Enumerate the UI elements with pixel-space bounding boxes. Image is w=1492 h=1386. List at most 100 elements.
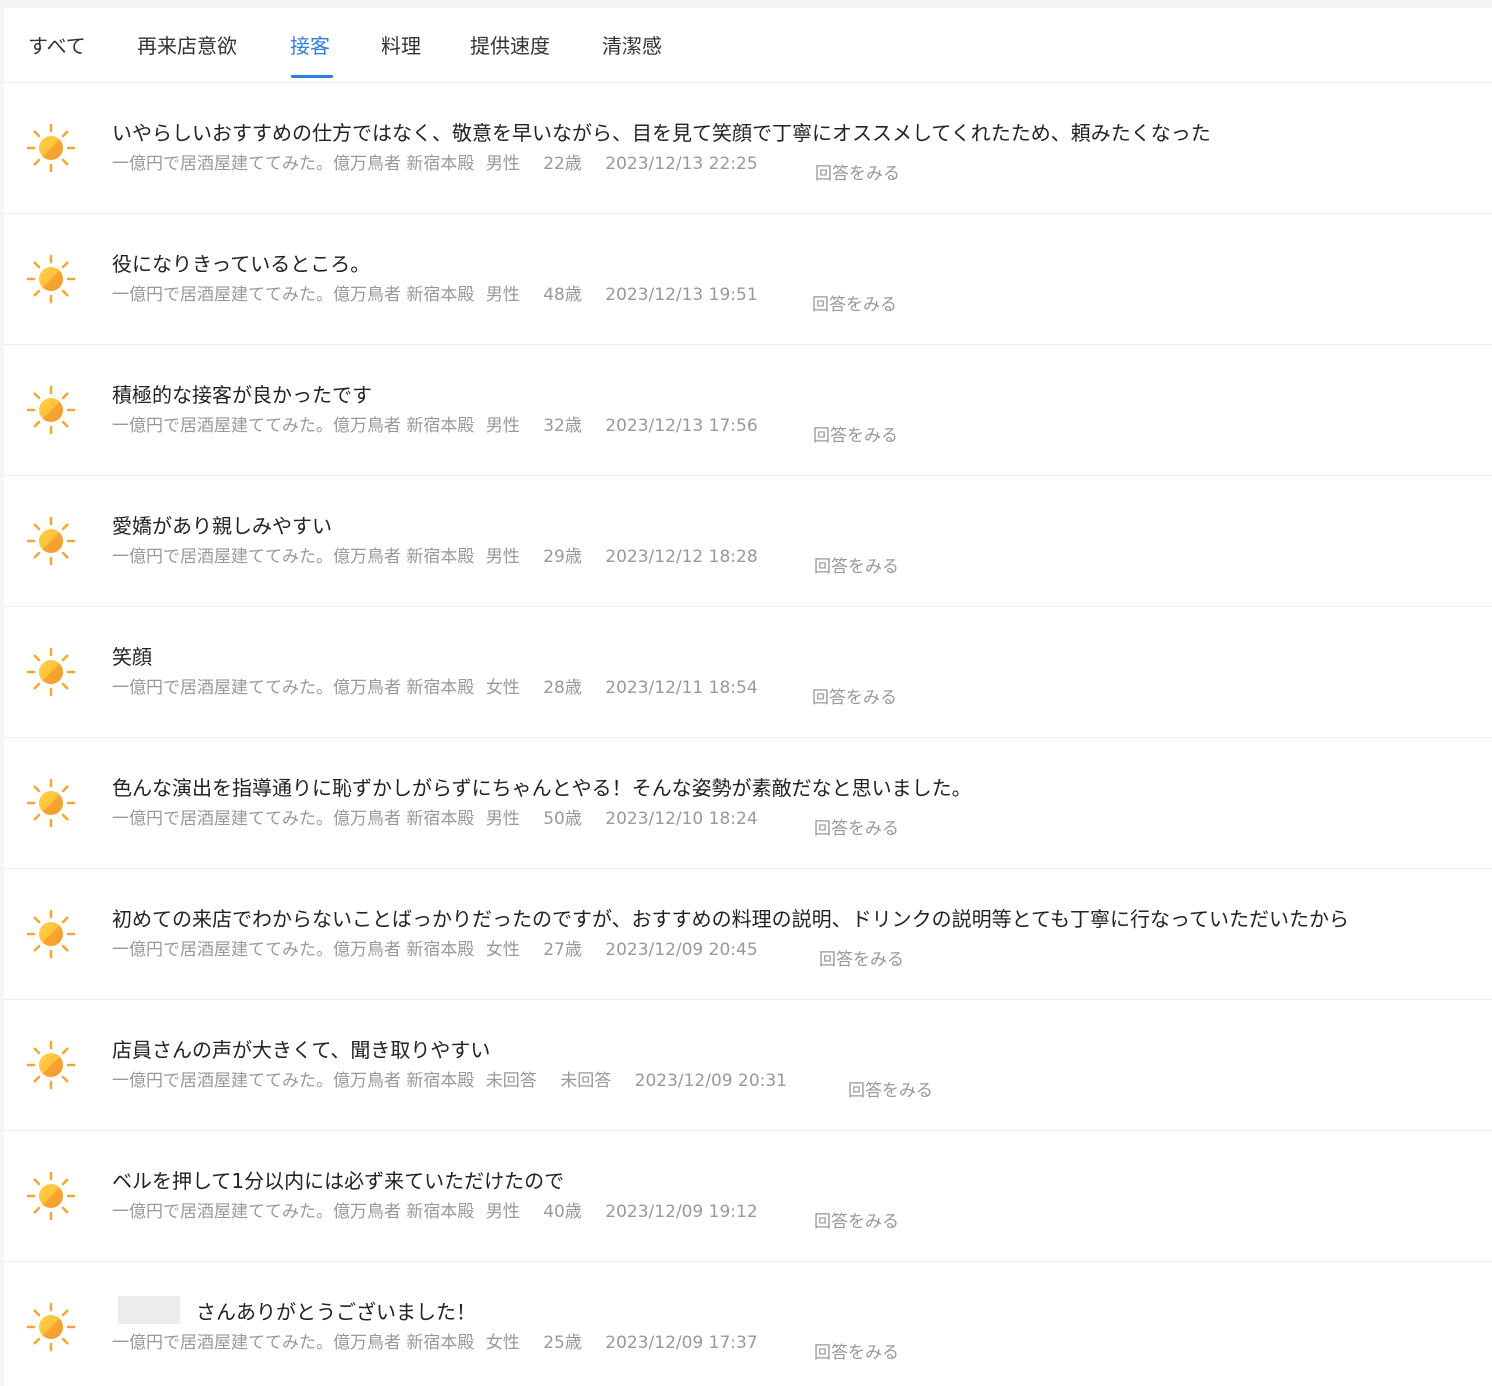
reviewer-age: 40歳 [543,1202,582,1222]
shop-name: 一億円で居酒屋建ててみた。億万鳥者 新宿本殿 [112,1071,475,1091]
reviewer-age: 29歳 [543,547,582,567]
review-datetime: 2023/12/13 19:51 [605,285,758,305]
view-answer-link[interactable]: 回答をみる [814,1207,899,1232]
reviewer-age: 22歳 [543,154,582,174]
review-comment: 積極的な接客が良かったです [112,383,372,407]
list-item: さんありがとうございました！ 一億円で居酒屋建ててみた。億万鳥者 新宿本殿 女性… [4,1262,1492,1386]
review-meta: 一億円で居酒屋建ててみた。億万鳥者 新宿本殿 男性 48歳 2023/12/13… [112,280,776,305]
tab-food[interactable]: 料理 [381,30,421,59]
review-datetime: 2023/12/13 22:25 [605,154,758,174]
review-datetime: 2023/12/10 18:24 [605,809,758,829]
tab-cleanliness[interactable]: 清潔感 [602,30,662,59]
review-datetime: 2023/12/09 19:12 [605,1202,758,1222]
review-meta: 一億円で居酒屋建ててみた。億万鳥者 新宿本殿 男性 22歳 2023/12/13… [112,149,776,174]
sun-icon [26,1040,76,1090]
review-comment: 笑顔 [112,645,152,669]
reviewer-age: 25歳 [543,1333,582,1353]
list-item: 積極的な接客が良かったです 一億円で居酒屋建ててみた。億万鳥者 新宿本殿 男性 … [4,345,1492,476]
tab-all[interactable]: すべて [28,30,86,59]
list-item: 初めての来店でわからないことばっかりだったのですが、おすすめの料理の説明、ドリン… [4,869,1492,1000]
shop-name: 一億円で居酒屋建ててみた。億万鳥者 新宿本殿 [112,678,475,698]
shop-name: 一億円で居酒屋建ててみた。億万鳥者 新宿本殿 [112,1333,475,1353]
review-meta: 一億円で居酒屋建ててみた。億万鳥者 新宿本殿 女性 25歳 2023/12/09… [112,1328,776,1353]
view-answer-link[interactable]: 回答をみる [813,421,898,446]
list-item: 愛嬌があり親しみやすい 一億円で居酒屋建ててみた。億万鳥者 新宿本殿 男性 29… [4,476,1492,607]
tab-service[interactable]: 接客 [290,30,330,59]
sun-icon [26,778,76,828]
review-comment: 初めての来店でわからないことばっかりだったのですが、おすすめの料理の説明、ドリン… [112,907,1349,931]
review-comment: 役になりきっているところ。 [112,252,371,276]
shop-name: 一億円で居酒屋建ててみた。億万鳥者 新宿本殿 [112,416,475,436]
sun-icon [26,909,76,959]
shop-name: 一億円で居酒屋建ててみた。億万鳥者 新宿本殿 [112,285,475,305]
review-comment: いやらしいおすすめの仕方ではなく、敬意を早いながら、目を見て笑顔で丁寧にオススメ… [112,121,1211,145]
review-datetime: 2023/12/11 18:54 [605,678,758,698]
reviewer-gender: 女性 [485,1333,520,1353]
active-tab-indicator [291,75,333,78]
view-answer-link[interactable]: 回答をみる [819,945,904,970]
review-list: いやらしいおすすめの仕方ではなく、敬意を早いながら、目を見て笑顔で丁寧にオススメ… [4,83,1492,1386]
reviewer-age: 27歳 [543,940,582,960]
list-item: 色んな演出を指導通りに恥ずかしがらずにちゃんとやる！そんな姿勢が素敵だなと思いま… [4,738,1492,869]
review-comment: 色んな演出を指導通りに恥ずかしがらずにちゃんとやる！そんな姿勢が素敵だなと思いま… [112,776,972,800]
review-datetime: 2023/12/09 20:45 [605,940,758,960]
review-datetime: 2023/12/13 17:56 [605,416,758,436]
review-datetime: 2023/12/12 18:28 [605,547,758,567]
review-meta: 一億円で居酒屋建ててみた。億万鳥者 新宿本殿 女性 27歳 2023/12/09… [112,935,776,960]
shop-name: 一億円で居酒屋建ててみた。億万鳥者 新宿本殿 [112,154,475,174]
tab-revisit[interactable]: 再来店意欲 [137,30,237,59]
review-datetime: 2023/12/09 20:31 [634,1071,788,1091]
shop-name: 一億円で居酒屋建ててみた。億万鳥者 新宿本殿 [112,547,475,567]
list-item: ベルを押して1分以内には必ず来ていただけたので 一億円で居酒屋建ててみた。億万鳥… [4,1131,1492,1262]
sun-icon [26,254,76,304]
reviewer-age: 未回答 [560,1071,612,1091]
sun-icon [26,516,76,566]
review-comment-text: さんありがとうございました！ [196,1300,476,1324]
tab-speed[interactable]: 提供速度 [470,30,550,59]
reviewer-gender: 男性 [485,154,520,174]
list-item: いやらしいおすすめの仕方ではなく、敬意を早いながら、目を見て笑顔で丁寧にオススメ… [4,83,1492,214]
review-meta: 一億円で居酒屋建ててみた。億万鳥者 新宿本殿 女性 28歳 2023/12/11… [112,673,776,698]
reviewer-gender: 男性 [485,809,520,829]
shop-name: 一億円で居酒屋建ててみた。億万鳥者 新宿本殿 [112,1202,475,1222]
sun-icon [26,647,76,697]
view-answer-link[interactable]: 回答をみる [848,1076,933,1101]
reviewer-gender: 女性 [485,940,520,960]
reviewer-gender: 男性 [485,547,520,567]
sun-icon [26,385,76,435]
reviewer-gender: 未回答 [485,1071,537,1091]
reviewer-age: 32歳 [543,416,582,436]
review-datetime: 2023/12/09 17:37 [605,1333,758,1353]
shop-name: 一億円で居酒屋建ててみた。億万鳥者 新宿本殿 [112,809,475,829]
view-answer-link[interactable]: 回答をみる [814,552,899,577]
review-meta: 一億円で居酒屋建ててみた。億万鳥者 新宿本殿 男性 40歳 2023/12/09… [112,1197,776,1222]
review-comment: 愛嬌があり親しみやすい [112,514,332,538]
review-meta: 一億円で居酒屋建ててみた。億万鳥者 新宿本殿 男性 29歳 2023/12/12… [112,542,776,567]
review-comment: 店員さんの声が大きくて、聞き取りやすい [112,1038,491,1062]
sun-icon [26,1302,76,1352]
sun-icon [26,1171,76,1221]
category-tabs: すべて 再来店意欲 接客 料理 提供速度 清潔感 [4,8,1492,83]
review-meta: 一億円で居酒屋建ててみた。億万鳥者 新宿本殿 男性 50歳 2023/12/10… [112,804,776,829]
redacted-name [118,1295,180,1324]
view-answer-link[interactable]: 回答をみる [814,814,899,839]
reviewer-gender: 男性 [485,285,520,305]
review-panel: すべて 再来店意欲 接客 料理 提供速度 清潔感 いやらしいおすすめの仕方ではな… [4,8,1492,1386]
reviewer-age: 50歳 [543,809,582,829]
view-answer-link[interactable]: 回答をみる [812,683,897,708]
reviewer-gender: 男性 [485,1202,520,1222]
review-comment: ベルを押して1分以内には必ず来ていただけたので [112,1169,565,1193]
sun-icon [26,123,76,173]
review-meta: 一億円で居酒屋建ててみた。億万鳥者 新宿本殿 男性 32歳 2023/12/13… [112,411,776,436]
view-answer-link[interactable]: 回答をみる [815,159,900,184]
list-item: 役になりきっているところ。 一億円で居酒屋建ててみた。億万鳥者 新宿本殿 男性 … [4,214,1492,345]
review-meta: 一億円で居酒屋建ててみた。億万鳥者 新宿本殿 未回答 未回答 2023/12/0… [112,1066,805,1091]
review-comment: さんありがとうございました！ [112,1295,476,1325]
shop-name: 一億円で居酒屋建ててみた。億万鳥者 新宿本殿 [112,940,475,960]
reviewer-gender: 男性 [485,416,520,436]
list-item: 店員さんの声が大きくて、聞き取りやすい 一億円で居酒屋建ててみた。億万鳥者 新宿… [4,1000,1492,1131]
view-answer-link[interactable]: 回答をみる [814,1338,899,1363]
view-answer-link[interactable]: 回答をみる [812,290,897,315]
page: すべて 再来店意欲 接客 料理 提供速度 清潔感 いやらしいおすすめの仕方ではな… [0,0,1492,1386]
reviewer-gender: 女性 [485,678,520,698]
